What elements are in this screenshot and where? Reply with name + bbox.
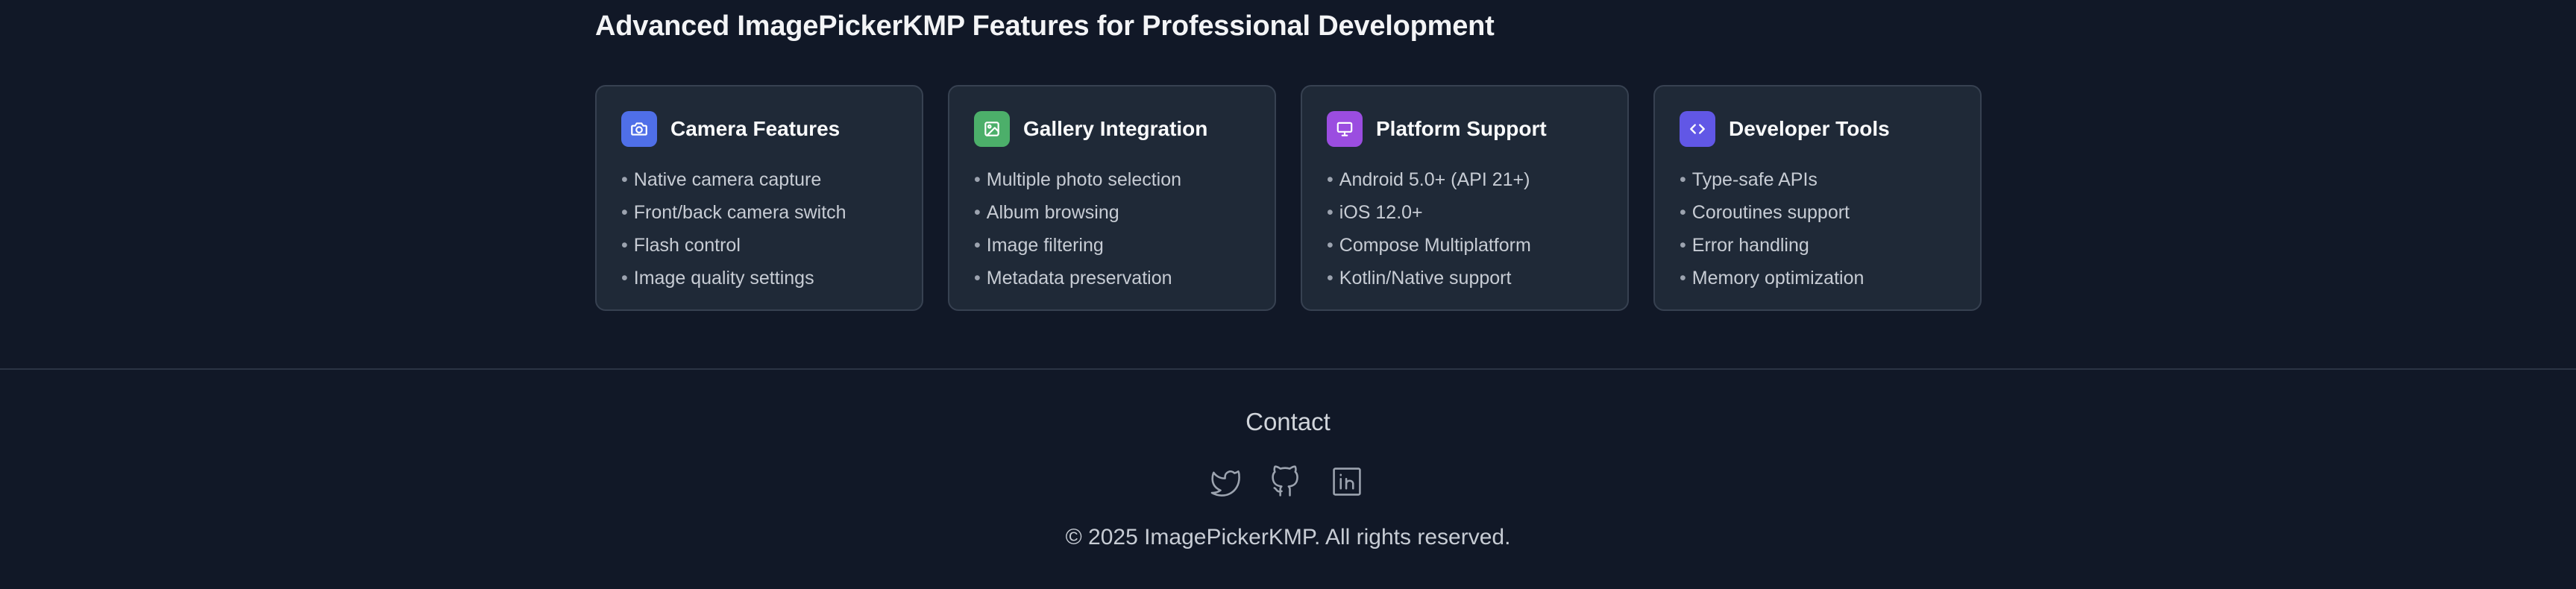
feature-card-camera: Camera Features • Native camera capture •… bbox=[595, 85, 923, 311]
copyright-text: © 2025 ImagePickerKMP. All rights reserv… bbox=[1065, 525, 1511, 549]
card-list: • Multiple photo selection • Album browsin… bbox=[974, 163, 1250, 294]
linkedin-link[interactable] bbox=[1331, 465, 1363, 498]
list-item: • Image filtering bbox=[974, 235, 1104, 256]
list-item: • Kotlin/Native support bbox=[1327, 268, 1512, 289]
github-link[interactable] bbox=[1269, 465, 1302, 498]
list-item: • Native camera capture bbox=[621, 169, 822, 190]
card-list: • Native camera capture • Front/back camer… bbox=[621, 163, 897, 294]
list-item: • Multiple photo selection bbox=[974, 169, 1182, 190]
contact-heading: Contact bbox=[1245, 408, 1331, 435]
footer: Contact © 2025 ImagePickerKMP. All right… bbox=[0, 370, 2576, 589]
feature-card-gallery: Gallery Integration • Multiple photo sele… bbox=[948, 85, 1276, 311]
feature-card-developer: Developer Tools • Type-safe APIs • Corouti… bbox=[1653, 85, 1982, 311]
list-item: • Image quality settings bbox=[621, 268, 814, 289]
list-item: • iOS 12.0+ bbox=[1327, 202, 1423, 223]
features-title: Advanced ImagePickerKMP Features for Pro… bbox=[595, 10, 1495, 42]
list-item: • Front/back camera switch bbox=[621, 202, 846, 223]
camera-icon bbox=[621, 111, 657, 147]
twitter-icon bbox=[1210, 470, 1240, 497]
page: Advanced ImagePickerKMP Features for Pro… bbox=[0, 0, 2576, 589]
card-header: Gallery Integration bbox=[974, 111, 1250, 147]
card-header: Developer Tools bbox=[1680, 111, 1955, 147]
card-title: Camera Features bbox=[670, 117, 841, 140]
list-item: • Album browsing bbox=[974, 202, 1119, 223]
list-item: • Memory optimization bbox=[1680, 268, 1865, 289]
list-item: • Coroutines support bbox=[1680, 202, 1850, 223]
list-item: • Type-safe APIs bbox=[1680, 169, 1818, 190]
card-list: • Type-safe APIs • Coroutines support • Err… bbox=[1680, 163, 1955, 294]
list-item: • Android 5.0+ (API 21+) bbox=[1327, 169, 1530, 190]
list-item: • Flash control bbox=[621, 235, 741, 256]
social-links bbox=[1208, 465, 1363, 498]
twitter-link[interactable] bbox=[1208, 465, 1241, 498]
monitor-icon bbox=[1327, 111, 1363, 147]
card-title: Developer Tools bbox=[1729, 117, 1890, 140]
card-title: Gallery Integration bbox=[1023, 117, 1208, 140]
card-title: Platform Support bbox=[1376, 117, 1547, 140]
code-icon bbox=[1680, 111, 1715, 147]
card-header: Camera Features bbox=[621, 111, 897, 147]
list-item: • Compose Multiplatform bbox=[1327, 235, 1531, 256]
feature-cards: Camera Features • Native camera capture •… bbox=[595, 85, 1982, 311]
card-header: Platform Support bbox=[1327, 111, 1603, 147]
linkedin-icon bbox=[1333, 467, 1361, 496]
card-list: • Android 5.0+ (API 21+) • iOS 12.0+ • Comp… bbox=[1327, 163, 1603, 294]
list-item: • Error handling bbox=[1680, 235, 1809, 256]
list-item: • Metadata preservation bbox=[974, 268, 1172, 289]
github-icon bbox=[1272, 465, 1298, 497]
image-icon bbox=[974, 111, 1010, 147]
feature-card-platform: Platform Support • Android 5.0+ (API 21+)… bbox=[1301, 85, 1629, 311]
